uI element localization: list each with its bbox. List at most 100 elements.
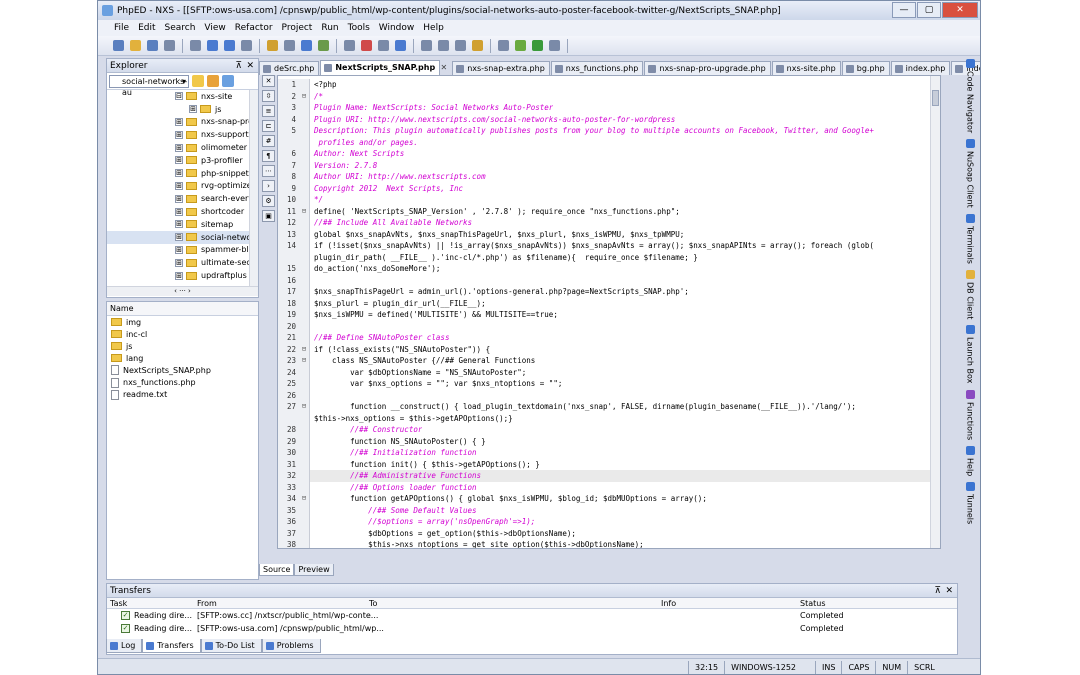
expand-toggle-icon[interactable]: ⊞ [175,258,183,267]
editor-tab[interactable]: nxs-snap-extra.php [452,61,550,75]
hash-icon[interactable]: # [262,135,275,147]
menu-search[interactable]: Search [165,23,196,33]
expand-toggle-icon[interactable]: ⊞ [189,105,197,114]
right-panel-tab[interactable]: Terminals [964,213,976,264]
tree-scrollbar[interactable] [249,90,258,286]
toolbar-button-icon[interactable] [455,40,466,51]
file-list-folder[interactable]: lang [107,352,258,364]
expand-toggle-icon[interactable]: ⊞ [175,207,183,216]
right-panel-tab[interactable]: Functions [964,389,976,440]
transfer-row[interactable]: ✓ Reading dire... [SFTP:ows-usa.com] /cpns… [107,622,957,635]
expand-toggle-icon[interactable]: ⊞ [175,220,183,229]
toolbar-button-icon[interactable] [395,40,406,51]
toolbar-button-icon[interactable] [361,40,372,51]
expand-toggle-icon[interactable]: ⊞ [175,194,183,203]
toolbar-button-icon[interactable] [438,40,449,51]
minimize-button[interactable]: — [892,2,916,18]
tab-preview[interactable]: Preview [294,564,334,576]
right-panel-tab[interactable]: DB Client [964,269,976,319]
tree-item[interactable]: ⊞ rvg-optimize- [107,180,258,193]
toolbar-button-icon[interactable] [130,40,141,51]
toolbar-button-icon[interactable] [318,40,329,51]
maximize-button[interactable]: ▢ [917,2,941,18]
editor-tab[interactable]: bg.php [841,61,890,75]
toolbar-button-icon[interactable] [344,40,355,51]
tree-item[interactable]: ⊞ shortcoder [107,205,258,218]
editor-tab[interactable]: NextScripts_SNAP.php [320,60,447,75]
toolbar-button-icon[interactable] [164,40,175,51]
bookmark-icon[interactable]: ⇳ [262,90,275,102]
file-list-folder[interactable]: inc-cl [107,328,258,340]
tab-transfers[interactable]: Transfers [142,639,201,653]
tree-item[interactable]: ⊞ spammer-blo [107,244,258,257]
wrap-icon[interactable]: › [262,180,275,192]
toolbar-button-icon[interactable] [147,40,158,51]
menu-edit[interactable]: Edit [138,23,155,33]
expand-toggle-icon[interactable]: ⊟ [175,92,183,101]
folder-up-icon[interactable] [192,75,204,87]
tree-item[interactable]: ⊞ social-networ [107,230,258,244]
file-list-folder[interactable]: js [107,340,258,352]
expand-toggle-icon[interactable]: ⊞ [175,245,183,254]
toolbar-button-icon[interactable] [241,40,252,51]
expand-toggle-icon[interactable]: ⊞ [175,143,183,152]
indent-icon[interactable]: ≡ [262,105,275,117]
tree-item[interactable]: ⊟ nxs-site [107,90,258,103]
paragraph-icon[interactable]: ¶ [262,150,275,162]
brace-icon[interactable]: ⊏ [262,120,275,132]
file-list-item[interactable]: nxs_functions.php [107,376,258,388]
tab-log[interactable]: Log [106,639,143,653]
tab-problems[interactable]: Problems [261,639,321,653]
toolbar-button-icon[interactable] [532,40,543,51]
debug-icon[interactable]: ▣ [262,210,275,222]
tab-source[interactable]: Source [259,564,295,576]
tree-hscrollbar[interactable]: ‹ ··· › [107,286,258,296]
refresh-icon[interactable] [207,75,219,87]
right-panel-tab[interactable]: NuSoap Client [964,139,976,208]
file-list-folder[interactable]: img [107,316,258,328]
code-editor[interactable]: 1 <?php 2 ⊟/* 3 Plugin Name: NextScripts: Soc… [277,75,941,549]
expand-toggle-icon[interactable]: ⊞ [175,156,183,165]
toolbar-button-icon[interactable] [421,40,432,51]
menu-refactor[interactable]: Refactor [235,23,273,33]
scroll-thumb[interactable] [932,90,939,106]
close-icon[interactable]: ✕ [246,59,254,73]
file-list-item[interactable]: readme.txt [107,389,258,401]
editor-tab[interactable]: deSrc.php [259,61,320,75]
toolbar-button-icon[interactable] [549,40,560,51]
pin-icon[interactable]: ⊼ [934,584,941,598]
expand-toggle-icon[interactable]: ⊞ [175,169,183,178]
options-icon[interactable] [222,75,234,87]
expand-toggle-icon[interactable]: ⊞ [175,233,183,242]
menu-help[interactable]: Help [423,23,444,33]
toolbar-button-icon[interactable] [515,40,526,51]
close-doc-icon[interactable]: ✕ [262,75,275,87]
toolbar-button-icon[interactable] [498,40,509,51]
tab-todo-list[interactable]: To-Do List [200,639,262,653]
right-panel-tab[interactable]: Tunnels [964,482,976,524]
toolbar-button-icon[interactable] [207,40,218,51]
tree-item[interactable]: ⊞ nxs-snap-pro [107,116,258,129]
editor-tab[interactable]: nxs_functions.php [550,61,644,75]
menu-project[interactable]: Project [282,23,313,33]
toolbar-button-icon[interactable] [267,40,278,51]
close-icon[interactable]: ✕ [945,584,953,598]
right-panel-tab[interactable]: Help [964,445,976,476]
toolbar-button-icon[interactable] [472,40,483,51]
right-panel-tab[interactable]: Code Navigator [964,59,976,133]
toolbar-button-icon[interactable] [378,40,389,51]
settings-icon[interactable]: ⚙ [262,195,275,207]
file-list-item[interactable]: NextScripts_SNAP.php [107,364,258,376]
toolbar-button-icon[interactable] [190,40,201,51]
expand-toggle-icon[interactable]: ⊞ [175,181,183,190]
expand-toggle-icon[interactable]: ⊞ [175,130,183,139]
close-button[interactable]: ✕ [942,2,978,18]
expand-toggle-icon[interactable]: ⊞ [175,117,183,126]
editor-tab[interactable]: index.php [890,61,951,75]
toolbar-button-icon[interactable] [284,40,295,51]
comment-icon[interactable]: ⋯ [262,165,275,177]
toolbar-button-icon[interactable] [113,40,124,51]
menu-run[interactable]: Run [321,23,338,33]
right-panel-tab[interactable]: Launch Box [964,325,976,384]
tree-item[interactable]: ⊞ olimometer [107,141,258,154]
